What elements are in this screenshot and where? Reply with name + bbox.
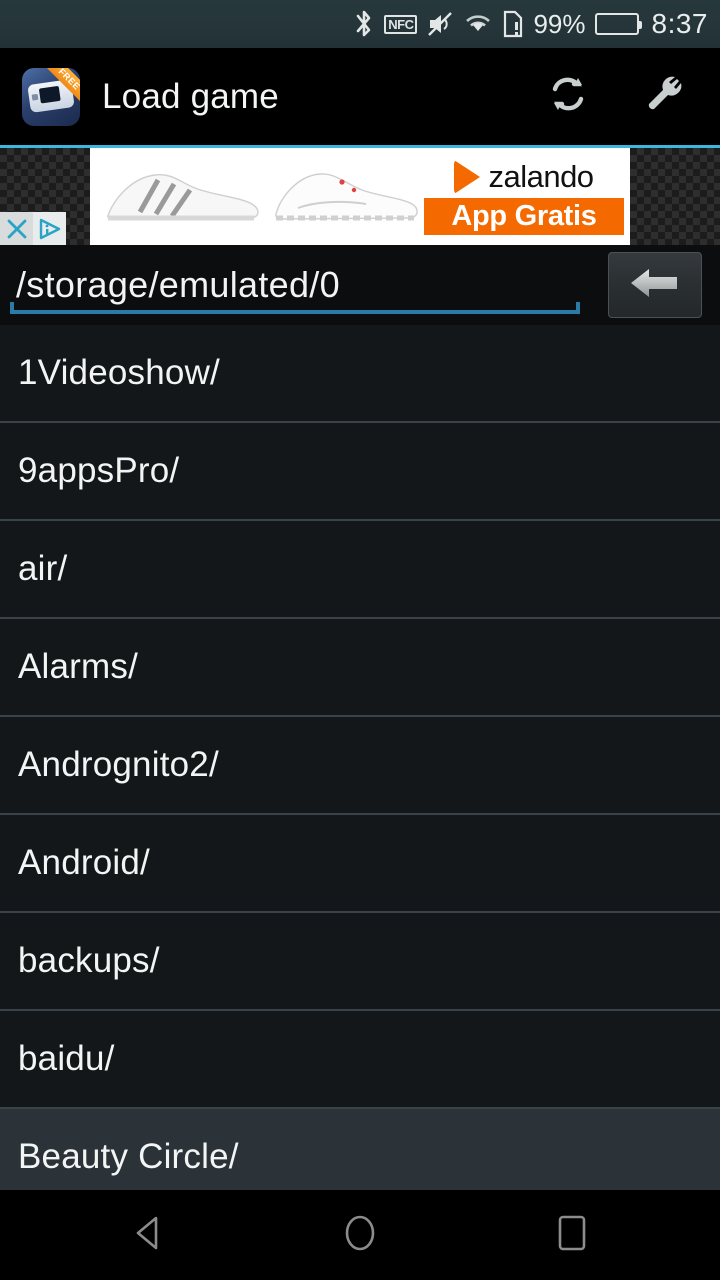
list-item[interactable]: 1Videoshow/ bbox=[0, 325, 720, 423]
file-name: Beauty Circle/ bbox=[18, 1137, 239, 1176]
nav-home-icon bbox=[341, 1212, 379, 1259]
list-item[interactable]: backups/ bbox=[0, 913, 720, 1011]
volume-mute-icon bbox=[426, 10, 454, 38]
nfc-icon: NFC bbox=[384, 14, 418, 34]
battery-percent: 99% bbox=[533, 8, 586, 39]
file-name: Andrognito2/ bbox=[18, 745, 219, 784]
navigate-up-button[interactable] bbox=[608, 252, 702, 318]
list-item[interactable]: air/ bbox=[0, 521, 720, 619]
path-input-value: /storage/emulated/0 bbox=[16, 264, 340, 305]
nav-home-button[interactable] bbox=[329, 1204, 391, 1266]
ad-cta-button[interactable]: App Gratis bbox=[424, 197, 624, 235]
path-bar: /storage/emulated/0 bbox=[0, 245, 720, 325]
battery-icon bbox=[594, 13, 642, 35]
app-bar: FREE Load game bbox=[0, 48, 720, 145]
file-name: backups/ bbox=[18, 941, 160, 980]
file-name: 9appsPro/ bbox=[18, 451, 180, 490]
path-input-underline bbox=[10, 302, 580, 314]
file-name: 1Videoshow/ bbox=[18, 353, 220, 392]
wifi-icon bbox=[463, 11, 493, 37]
navigation-bar bbox=[0, 1190, 720, 1280]
clock: 8:37 bbox=[651, 8, 708, 39]
list-item[interactable]: Andrognito2/ bbox=[0, 717, 720, 815]
ad-filler-right bbox=[630, 148, 720, 245]
status-bar: NFC 99% 8:37 bbox=[0, 0, 720, 48]
refresh-icon bbox=[545, 71, 591, 122]
refresh-button[interactable] bbox=[542, 71, 594, 123]
nav-back-icon bbox=[131, 1214, 165, 1257]
list-item[interactable]: Alarms/ bbox=[0, 619, 720, 717]
ad-close-button[interactable] bbox=[0, 212, 33, 245]
page-title: Load game bbox=[102, 76, 279, 116]
app-bar-actions bbox=[542, 71, 702, 123]
file-name: Alarms/ bbox=[18, 647, 139, 686]
list-item[interactable]: baidu/ bbox=[0, 1011, 720, 1109]
list-item[interactable]: 9appsPro/ bbox=[0, 423, 720, 521]
file-name: baidu/ bbox=[18, 1039, 115, 1078]
file-name: air/ bbox=[18, 549, 68, 588]
path-input[interactable]: /storage/emulated/0 bbox=[0, 250, 594, 320]
nav-recents-button[interactable] bbox=[541, 1204, 603, 1266]
zalando-logo-row: zalando bbox=[454, 158, 594, 195]
ad-badges bbox=[0, 212, 66, 245]
nav-recents-icon bbox=[555, 1213, 589, 1258]
android-screen: NFC 99% 8:37 FREE Load game zalando App … bbox=[0, 0, 720, 1280]
nav-back-button[interactable] bbox=[117, 1204, 179, 1266]
ad-banner[interactable]: zalando App Gratis bbox=[0, 145, 720, 245]
sim-alert-icon bbox=[502, 10, 524, 38]
back-arrow-icon bbox=[627, 263, 683, 308]
ad-brand-name: zalando bbox=[488, 158, 594, 194]
file-name: Android/ bbox=[18, 843, 150, 882]
gba-emulator-icon: FREE bbox=[22, 67, 80, 126]
zalando-play-icon bbox=[454, 159, 481, 194]
wrench-icon bbox=[639, 71, 685, 122]
list-item[interactable]: Android/ bbox=[0, 815, 720, 913]
bluetooth-icon bbox=[353, 9, 375, 39]
ad-creative[interactable]: zalando App Gratis bbox=[90, 148, 630, 245]
settings-button[interactable] bbox=[636, 71, 688, 123]
ad-brand-block[interactable]: zalando App Gratis bbox=[424, 159, 624, 235]
ad-product-sneaker-left bbox=[100, 166, 265, 228]
ad-product-sneaker-right bbox=[270, 166, 420, 228]
file-list[interactable]: 1Videoshow/ 9appsPro/ air/ Alarms/ Andro… bbox=[0, 325, 720, 1207]
adchoices-icon[interactable] bbox=[33, 212, 66, 245]
